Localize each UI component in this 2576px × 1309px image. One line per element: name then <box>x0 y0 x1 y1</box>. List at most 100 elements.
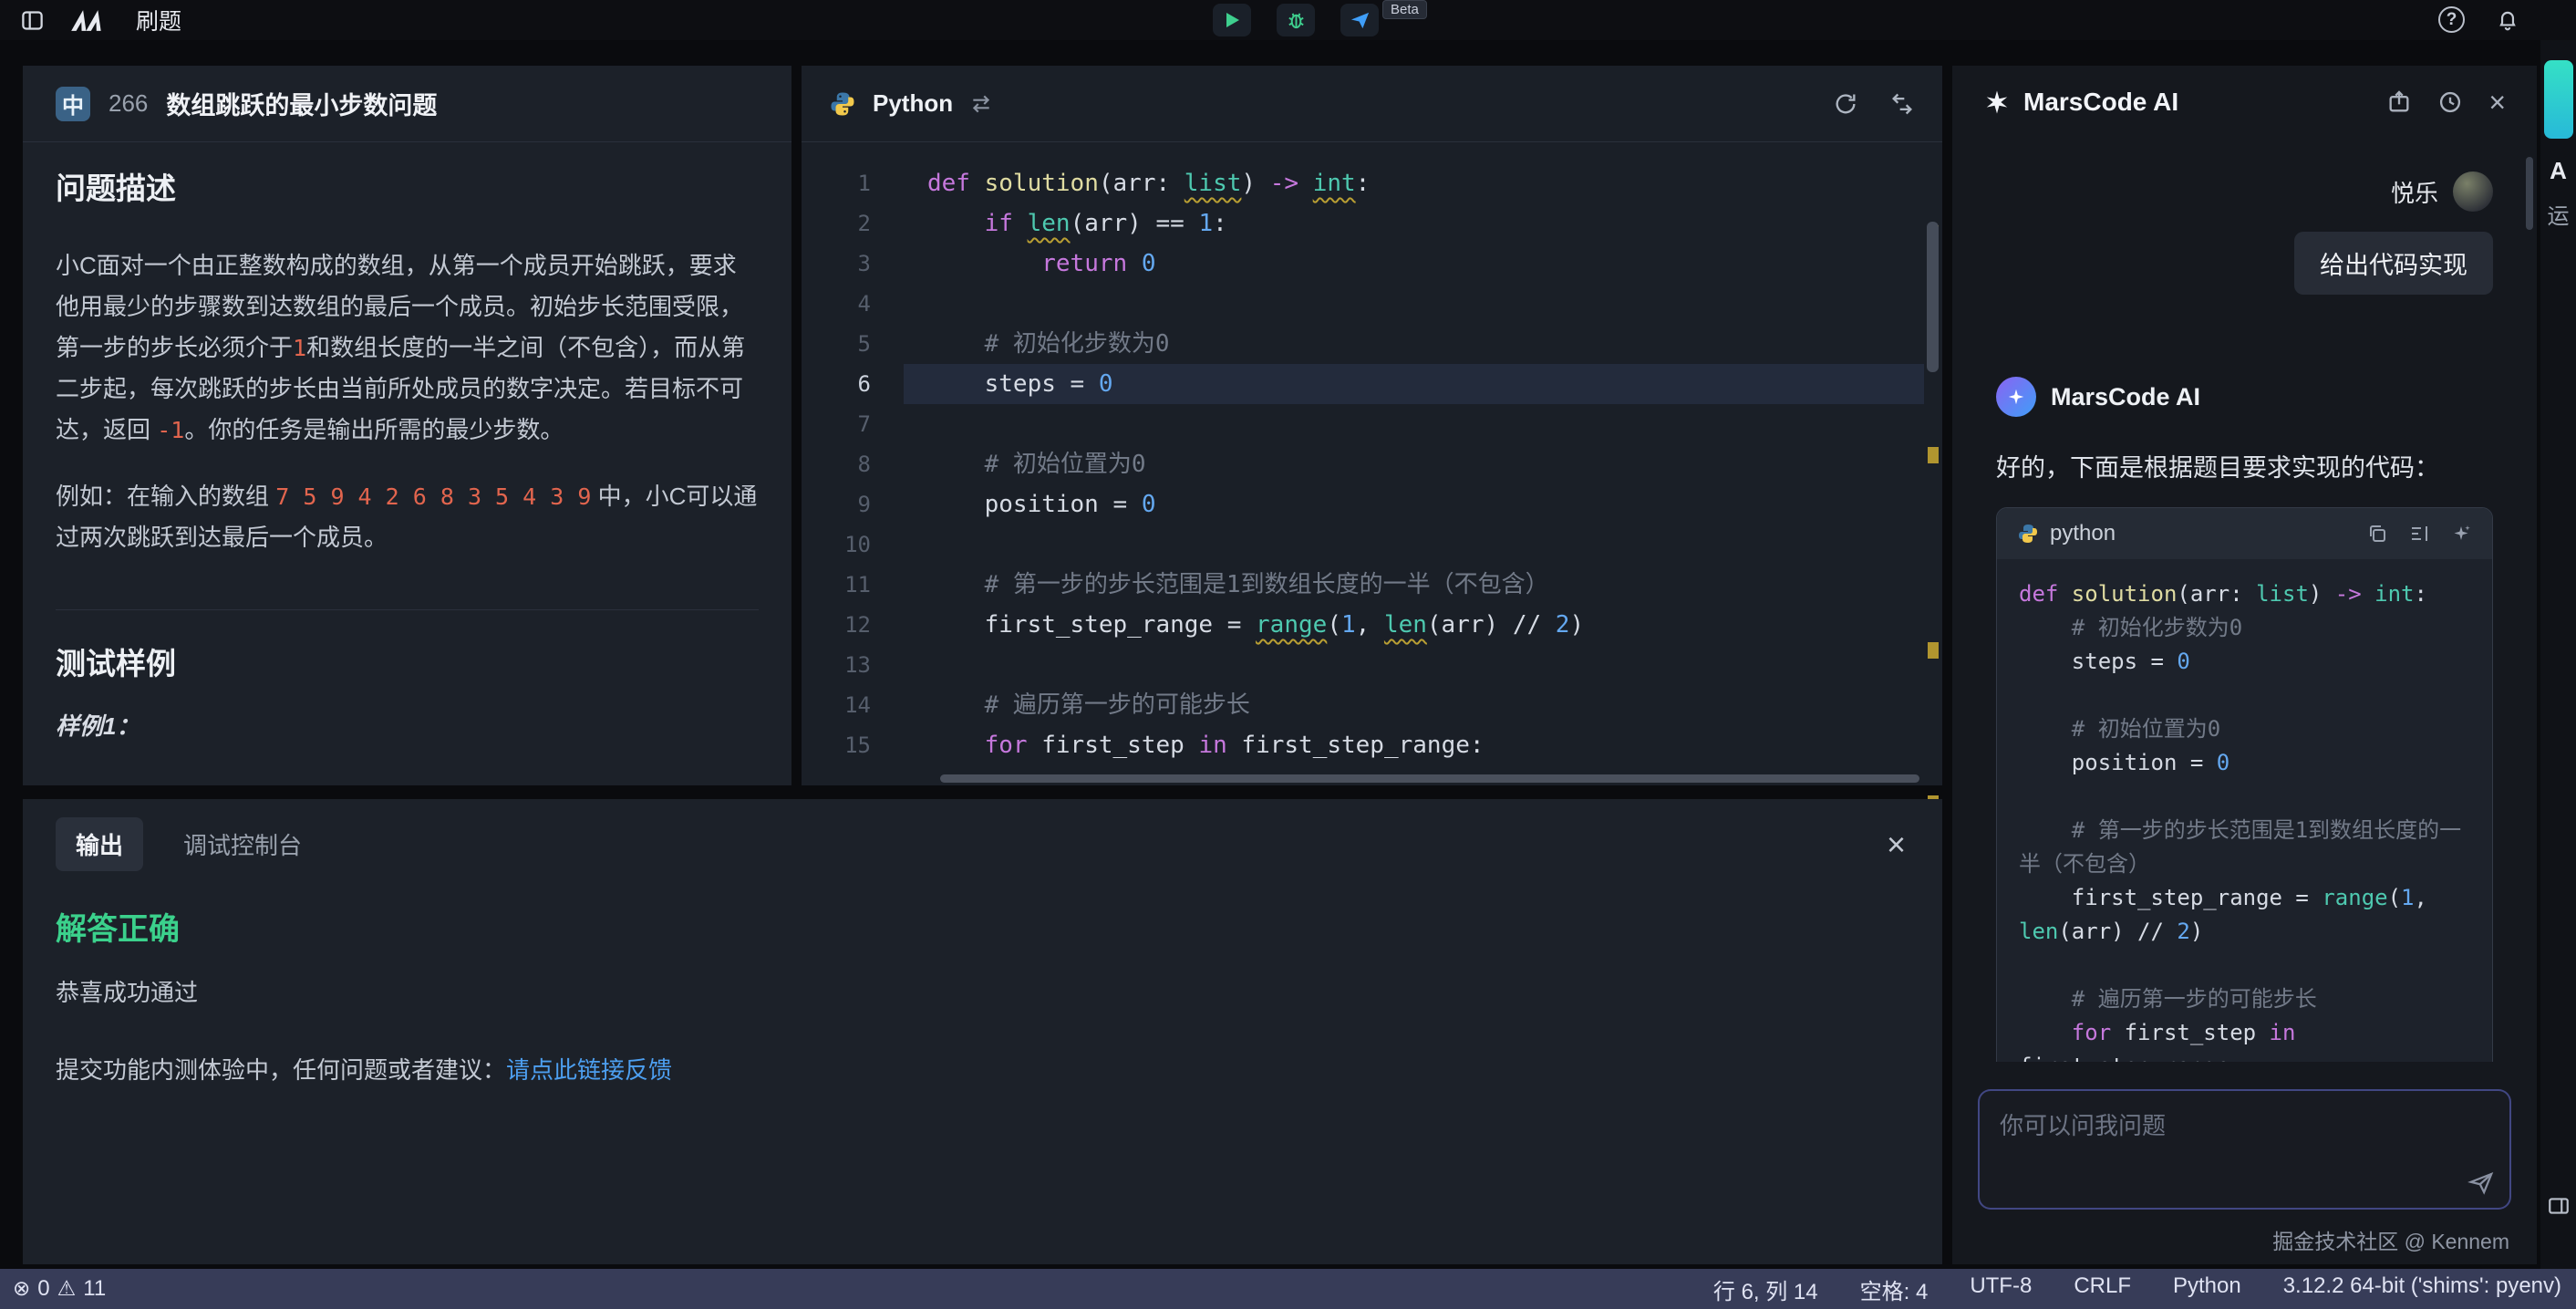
bug-icon <box>1286 10 1307 31</box>
editor-code-lines[interactable]: def solution(arr: list) -> int: if len(a… <box>904 143 1924 773</box>
chat-scrollbar-thumb[interactable] <box>2526 157 2533 230</box>
problem-title: 数组跳跃的最小步数问题 <box>166 86 437 121</box>
notifications-bell-icon[interactable] <box>2496 8 2519 32</box>
app-label: 刷题 <box>136 4 181 36</box>
editor-gutter[interactable]: 123456789101112131415 <box>802 143 904 773</box>
output-close-icon[interactable]: × <box>1887 828 1906 861</box>
warnings-count: 11 <box>83 1276 106 1302</box>
assistant-header: MarsCode AI × <box>1952 66 2537 139</box>
output-header: 输出 调试控制台 × <box>23 799 1942 871</box>
chat-area[interactable]: 悦乐 给出代码实现 MarsCode AI 好的，下面是根据题目要求实现的代码：… <box>1952 139 2537 1062</box>
example-paragraph: 例如：在输入的数组 7 5 9 4 2 6 8 3 5 4 3 9 中，小C可以… <box>56 476 759 558</box>
python-logo-icon <box>829 90 856 118</box>
scrollbar-thumb[interactable] <box>1927 222 1939 372</box>
result-title: 解答正确 <box>56 904 1909 949</box>
ai-intro-text: 好的，下面是根据题目要求实现的代码： <box>1996 448 2493 483</box>
marscode-ai-logo-icon <box>1983 88 2011 116</box>
paper-plane-icon <box>1350 10 1371 31</box>
code-card-header: python <box>1997 508 2492 559</box>
chat-input-box[interactable] <box>1978 1089 2511 1210</box>
python-logo-icon <box>2017 523 2039 545</box>
problems-indicator[interactable]: ⊗ 0 ⚠ 11 <box>0 1276 106 1302</box>
language-mode[interactable]: Python <box>2173 1273 2241 1305</box>
send-message-icon[interactable] <box>2467 1169 2495 1197</box>
user-message-bubble: 给出代码实现 <box>2294 232 2493 295</box>
difficulty-badge: 中 <box>56 87 90 121</box>
user-avatar <box>2453 171 2493 212</box>
description-heading: 问题描述 <box>56 168 759 209</box>
copy-code-icon[interactable] <box>2366 523 2388 545</box>
result-subtitle: 恭喜成功通过 <box>56 974 1909 1008</box>
inline-code-array: 7 5 9 4 2 6 8 3 5 4 3 9 <box>275 483 591 510</box>
statusbar: ⊗ 0 ⚠ 11 行 6, 列 14 空格: 4 UTF-8 CRLF Pyth… <box>0 1269 2576 1309</box>
reset-code-icon[interactable] <box>1833 91 1858 117</box>
warnings-icon: ⚠ <box>57 1277 77 1301</box>
tab-debug-console[interactable]: 调试控制台 <box>183 827 302 861</box>
feedback-link[interactable]: 请点此链接反馈 <box>506 1056 672 1084</box>
editor-tabbar: Python <box>802 66 1942 142</box>
problem-panel: 中 266 数组跳跃的最小步数问题 问题描述 小C面对一个由正整数构成的数组，从… <box>23 66 791 785</box>
ai-code-card: python def solution(arr: list) -> int: <box>1996 507 2493 1062</box>
chat-input[interactable] <box>1980 1091 2509 1208</box>
indentation[interactable]: 空格: 4 <box>1860 1273 1929 1305</box>
divider <box>56 609 759 610</box>
beta-badge: Beta <box>1382 0 1427 19</box>
samples-heading: 测试样例 <box>56 643 759 684</box>
editor-horizontal-scrollbar[interactable] <box>940 774 1919 783</box>
errors-icon: ⊗ <box>13 1277 30 1301</box>
marscode-logo-icon[interactable] <box>70 8 110 32</box>
assistant-panel: MarsCode AI × 悦乐 给出代码实现 <box>1952 66 2537 1264</box>
sidebar-toggle-icon[interactable] <box>20 8 45 33</box>
eol-sequence[interactable]: CRLF <box>2074 1273 2131 1305</box>
encoding[interactable]: UTF-8 <box>1970 1273 2032 1305</box>
apply-code-icon[interactable] <box>2450 523 2472 545</box>
ai-name: MarsCode AI <box>2051 383 2200 411</box>
code-editor[interactable]: 123456789101112131415 def solution(arr: … <box>802 143 1924 773</box>
errors-count: 0 <box>37 1276 49 1302</box>
side-panel-toggle-icon[interactable] <box>2547 1194 2571 1218</box>
screen: 刷题 Beta ? 中 266 数组跳跃的最小步数问题 <box>0 0 2576 1309</box>
export-chat-icon[interactable] <box>2386 89 2412 115</box>
tab-output[interactable]: 输出 <box>56 817 143 871</box>
help-icon[interactable]: ? <box>2438 6 2465 33</box>
run-button[interactable] <box>1213 4 1251 36</box>
code-language-label: python <box>2050 521 2116 546</box>
python-interpreter[interactable]: 3.12.2 64-bit ('shims': pyenv) <box>2283 1273 2561 1305</box>
output-panel: 输出 调试控制台 × 解答正确 恭喜成功通过 提交功能内测体验中，任何问题或者建… <box>23 799 1942 1264</box>
assistant-title: MarsCode AI <box>2023 88 2178 117</box>
cursor-position[interactable]: 行 6, 列 14 <box>1713 1273 1818 1305</box>
warning-mark <box>1928 642 1939 659</box>
problem-header: 中 266 数组跳跃的最小步数问题 <box>23 66 791 142</box>
inline-code: 1 <box>293 335 306 361</box>
compare-icon[interactable] <box>1889 91 1915 117</box>
assistant-close-icon[interactable]: × <box>2488 88 2506 117</box>
feedback-row: 提交功能内测体验中，任何问题或者建议：请点此链接反馈 <box>56 1052 1909 1086</box>
inline-code: -1 <box>157 417 184 443</box>
editor-vertical-scrollbar[interactable] <box>1924 143 1942 773</box>
problem-id: 266 <box>109 89 148 118</box>
side-toolbar-item-b[interactable]: 运 <box>2548 198 2570 230</box>
editor-tab-python[interactable]: Python <box>873 89 953 118</box>
topbar: 刷题 Beta ? <box>0 0 2576 40</box>
ai-avatar <box>1996 377 2036 417</box>
user-name: 悦乐 <box>2391 175 2438 209</box>
debug-button[interactable] <box>1277 4 1315 36</box>
history-icon[interactable] <box>2437 89 2463 115</box>
paragraph-text: 。你的任务是输出所需的最少步数。 <box>184 416 564 443</box>
ai-message-header: MarsCode AI <box>1996 377 2493 417</box>
language-switch-icon[interactable] <box>969 92 993 116</box>
side-toolbar-active-item[interactable] <box>2544 60 2573 139</box>
insert-code-icon[interactable] <box>2408 523 2430 545</box>
editor-panel: Python 123456789101112131415 def solutio… <box>802 66 1942 785</box>
user-message-header: 悦乐 <box>1996 171 2493 212</box>
assistant-code: def solution(arr: list) -> int: # 初始化步数为… <box>1997 559 2492 1062</box>
community-credit: 掘金技术社区 @ Kennem <box>1952 1217 2537 1264</box>
submit-button[interactable] <box>1340 4 1379 36</box>
feedback-text: 提交功能内测体验中，任何问题或者建议： <box>56 1056 506 1084</box>
sample1-label: 样例1： <box>56 706 759 747</box>
problem-body: 问题描述 小C面对一个由正整数构成的数组，从第一个成员开始跳跃，要求他用最少的步… <box>23 142 791 747</box>
play-icon <box>1223 11 1241 29</box>
output-body: 解答正确 恭喜成功通过 提交功能内测体验中，任何问题或者建议：请点此链接反馈 <box>23 871 1942 1118</box>
side-toolbar-item-a[interactable]: A <box>2550 157 2567 185</box>
browser-side-toolbar: A 运 <box>2540 40 2576 1269</box>
